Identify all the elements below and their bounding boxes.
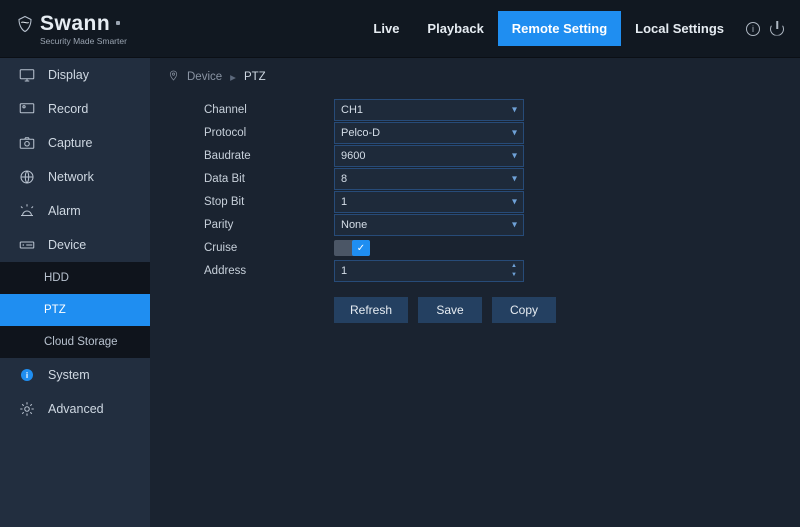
- select-protocol-value: Pelco-D: [341, 127, 380, 139]
- sidebar-item-record[interactable]: Record: [0, 92, 150, 126]
- sidebar-item-label: Capture: [48, 136, 92, 150]
- sidebar-item-label: Device: [48, 238, 86, 252]
- sidebar-item-alarm[interactable]: Alarm: [0, 194, 150, 228]
- gear-icon: [18, 400, 36, 418]
- layout: Display Record Capture Network Alarm Dev…: [0, 58, 800, 527]
- sidebar-sub-cloud[interactable]: Cloud Storage: [0, 326, 150, 358]
- refresh-button[interactable]: Refresh: [334, 297, 408, 323]
- sidebar-item-label: Alarm: [48, 204, 81, 218]
- select-parity[interactable]: None: [334, 214, 524, 236]
- brand-logo-icon: [16, 15, 34, 33]
- power-icon[interactable]: [770, 22, 784, 36]
- label-baudrate: Baudrate: [204, 150, 334, 162]
- tab-local-settings[interactable]: Local Settings: [621, 11, 738, 46]
- button-row: Refresh Save Copy: [334, 297, 782, 323]
- sidebar-item-system[interactable]: i System: [0, 358, 150, 392]
- sidebar-item-capture[interactable]: Capture: [0, 126, 150, 160]
- label-stopbit: Stop Bit: [204, 196, 334, 208]
- location-icon: [168, 70, 179, 84]
- sidebar-sub-hdd[interactable]: HDD: [0, 262, 150, 294]
- main-panel: Device ▸ PTZ Channel CH1 Protocol Pelco-…: [150, 58, 800, 527]
- label-address: Address: [204, 265, 334, 277]
- select-databit[interactable]: 8: [334, 168, 524, 190]
- save-button[interactable]: Save: [418, 297, 482, 323]
- chevron-down-icon[interactable]: ▼: [507, 271, 521, 280]
- label-cruise: Cruise: [204, 242, 334, 254]
- input-address[interactable]: 1 ▲▼: [334, 260, 524, 282]
- check-icon: ✓: [352, 240, 370, 256]
- alarm-icon: [18, 202, 36, 220]
- sidebar: Display Record Capture Network Alarm Dev…: [0, 58, 150, 527]
- select-channel[interactable]: CH1: [334, 99, 524, 121]
- label-channel: Channel: [204, 104, 334, 116]
- copy-button[interactable]: Copy: [492, 297, 556, 323]
- select-parity-value: None: [341, 219, 367, 231]
- info-icon[interactable]: i: [746, 22, 760, 36]
- display-icon: [18, 66, 36, 84]
- label-databit: Data Bit: [204, 173, 334, 185]
- sidebar-item-advanced[interactable]: Advanced: [0, 392, 150, 426]
- record-icon: [18, 100, 36, 118]
- label-protocol: Protocol: [204, 127, 334, 139]
- brand-tagline: Security Made Smarter: [40, 36, 127, 46]
- sidebar-item-label: Advanced: [48, 402, 104, 416]
- sidebar-item-device[interactable]: Device: [0, 228, 150, 262]
- topbar: Swann Security Made Smarter Live Playbac…: [0, 0, 800, 58]
- brand-name: Swann: [40, 12, 110, 36]
- sidebar-item-label: Display: [48, 68, 89, 82]
- sidebar-item-label: Network: [48, 170, 94, 184]
- sidebar-sub-ptz[interactable]: PTZ: [0, 294, 150, 326]
- tab-playback[interactable]: Playback: [413, 11, 497, 46]
- breadcrumb-root[interactable]: Device: [187, 71, 222, 83]
- select-baudrate-value: 9600: [341, 150, 365, 162]
- select-stopbit-value: 1: [341, 196, 347, 208]
- network-icon: [18, 168, 36, 186]
- select-baudrate[interactable]: 9600: [334, 145, 524, 167]
- capture-icon: [18, 134, 36, 152]
- brand-dot-icon: [116, 21, 120, 25]
- device-icon: [18, 236, 36, 254]
- label-parity: Parity: [204, 219, 334, 231]
- toggle-cruise[interactable]: ✓: [334, 240, 370, 256]
- select-protocol[interactable]: Pelco-D: [334, 122, 524, 144]
- sidebar-item-label: System: [48, 368, 90, 382]
- select-channel-value: CH1: [341, 104, 363, 116]
- address-spinner[interactable]: ▲▼: [507, 262, 521, 280]
- sidebar-sub-device: HDD PTZ Cloud Storage: [0, 262, 150, 358]
- breadcrumb: Device ▸ PTZ: [168, 66, 782, 98]
- svg-text:i: i: [26, 371, 28, 380]
- breadcrumb-leaf: PTZ: [244, 71, 266, 83]
- topnav: Live Playback Remote Setting Local Setti…: [359, 11, 784, 46]
- chevron-up-icon[interactable]: ▲: [507, 262, 521, 271]
- brand: Swann Security Made Smarter: [16, 12, 127, 46]
- select-stopbit[interactable]: 1: [334, 191, 524, 213]
- sidebar-item-network[interactable]: Network: [0, 160, 150, 194]
- sidebar-item-display[interactable]: Display: [0, 58, 150, 92]
- tab-live[interactable]: Live: [359, 11, 413, 46]
- system-icon: i: [18, 366, 36, 384]
- sidebar-item-label: Record: [48, 102, 88, 116]
- chevron-right-icon: ▸: [230, 70, 236, 84]
- input-address-value: 1: [341, 265, 347, 277]
- select-databit-value: 8: [341, 173, 347, 185]
- tab-remote-setting[interactable]: Remote Setting: [498, 11, 621, 46]
- ptz-form: Channel CH1 Protocol Pelco-D Baudrate 96…: [204, 98, 782, 323]
